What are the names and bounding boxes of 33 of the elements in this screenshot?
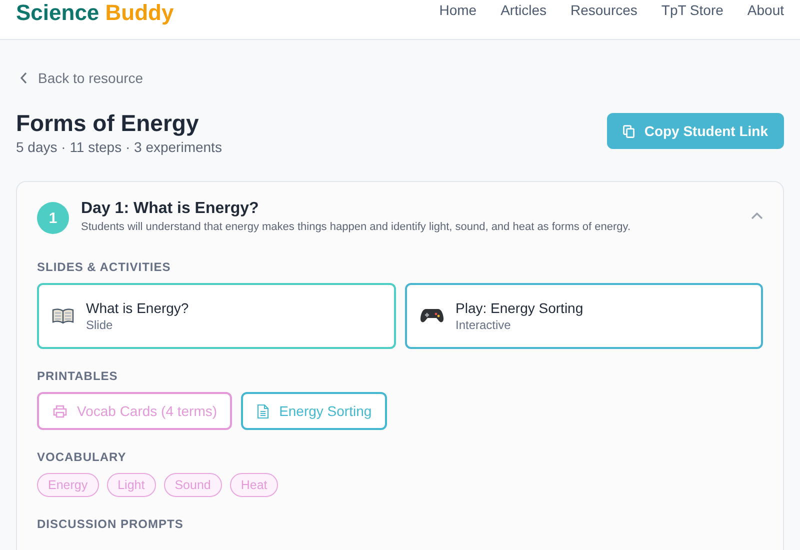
activity-type: Interactive bbox=[456, 318, 512, 332]
nav-link[interactable]: Home bbox=[439, 2, 477, 18]
page-subtitle: 5 days · 11 steps · 3 experiments bbox=[16, 139, 222, 155]
gamepad-icon bbox=[420, 307, 444, 325]
activity-type: Slide bbox=[86, 318, 114, 332]
section-heading: DISCUSSION PROMPTS bbox=[37, 517, 184, 531]
book-icon bbox=[52, 308, 74, 324]
section-heading: VOCABULARY bbox=[37, 450, 128, 464]
nav-link[interactable]: Articles bbox=[500, 2, 546, 18]
activity-card[interactable]: Play: Energy Sorting Interactive bbox=[404, 283, 763, 349]
section-heading: PRINTABLES bbox=[37, 369, 119, 383]
chevron-left-icon bbox=[20, 72, 28, 84]
printer-icon bbox=[53, 404, 67, 418]
logo[interactable]: Science Buddy bbox=[16, 0, 174, 26]
page-title: Forms of Energy bbox=[16, 109, 200, 137]
nav-link[interactable]: TpT Store bbox=[661, 2, 724, 18]
vocab-tag: Sound bbox=[164, 473, 222, 497]
chevron-up-icon[interactable] bbox=[751, 212, 763, 220]
activity-title: What is Energy? bbox=[86, 300, 189, 316]
nav-link[interactable]: Resources bbox=[570, 2, 638, 18]
day-description: Students will understand that energy makes things happen and identify light, sound, and heat as forms of energy. bbox=[81, 221, 632, 233]
nav-link[interactable]: About bbox=[747, 2, 784, 18]
step-number: 1 bbox=[37, 202, 69, 234]
day-title: Day 1: What is Energy? bbox=[81, 200, 260, 218]
vocab-tag: Light bbox=[106, 473, 156, 497]
back-link[interactable]: Back to resource bbox=[20, 70, 144, 86]
section-heading: SLIDES & ACTIVITIES bbox=[37, 260, 172, 274]
document-icon bbox=[257, 404, 270, 418]
activity-title: Play: Energy Sorting bbox=[456, 300, 584, 316]
copy-icon bbox=[623, 124, 636, 138]
vocab-tag: Energy bbox=[37, 473, 99, 497]
vocab-tag: Heat bbox=[230, 473, 278, 497]
activity-card[interactable]: What is Energy? Slide bbox=[37, 283, 396, 349]
